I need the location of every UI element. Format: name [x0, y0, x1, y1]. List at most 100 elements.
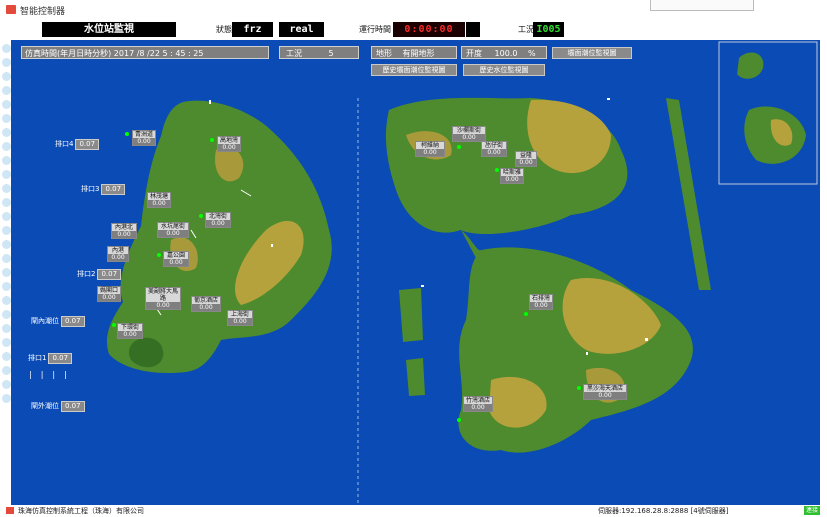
outlet-value: 0.07 — [75, 139, 100, 150]
station-yilong[interactable]: 益隆 0.00 — [515, 151, 537, 167]
outlet-value: 0.07 — [48, 353, 73, 364]
outlet-value: 0.07 — [97, 269, 122, 280]
outlet-label: 排口3 — [81, 185, 100, 193]
station-indicator — [199, 214, 203, 218]
station-hotel[interactable]: 葡京酒店 0.00 — [191, 296, 221, 312]
inner-tide-level: 閘內潮位 0.07 — [31, 316, 85, 327]
station-value: 0.00 — [482, 149, 506, 156]
station-zhuwan[interactable]: 竹灣酒店 0.00 — [463, 396, 493, 412]
station-value: 0.00 — [118, 331, 142, 338]
opening-box[interactable]: 开度 100.0 % — [461, 46, 547, 59]
station-taipa-street[interactable]: 氹仔街 0.00 — [481, 141, 507, 157]
station-heisha[interactable]: 黑沙海天酒店 0.00 — [583, 384, 627, 400]
outlet-label: 閘外潮位 — [31, 402, 59, 410]
window-titlebar: 智能控制器 — [0, 0, 827, 20]
station-shuikeng[interactable]: 水坑尾街 0.00 — [157, 222, 189, 238]
runtime-label: 運行時間 — [359, 25, 391, 34]
station-value: 0.00 — [158, 230, 188, 237]
minimap — [718, 41, 818, 185]
station-mage[interactable]: 媽閣口 0.00 — [97, 286, 121, 302]
terrain-box[interactable]: 地形 有開地形 — [371, 46, 457, 59]
opening-unit: % — [528, 49, 536, 58]
station-name: 青洲道 — [134, 131, 153, 138]
status-label: 狀態 — [216, 25, 232, 34]
header-bar: 水位站監視 狀態 frz real 運行時間 0:00:00 工況 I005 — [0, 19, 827, 40]
map-graphic — [106, 41, 818, 505]
outlet-1: 排口1 0.07 — [28, 353, 73, 364]
outlet-label: 閘內潮位 — [31, 317, 59, 325]
gate-markers: |||| — [29, 370, 76, 379]
station-shalan[interactable]: 沙欄斯街 0.00 — [452, 126, 486, 142]
station-value: 0.00 — [453, 134, 485, 141]
station-indicator — [577, 386, 581, 390]
company-logo-icon — [6, 507, 14, 514]
status-value-frz: frz — [232, 22, 273, 37]
station-name: 林茂塘 — [149, 193, 168, 200]
station-value: 0.00 — [148, 200, 170, 207]
station-neigang[interactable]: 內港 0.00 — [107, 246, 129, 262]
sim-time-label: 仿真時間(年月日時分秒) — [25, 49, 112, 58]
station-name: 媽閣口 — [99, 287, 118, 294]
station-value: 0.00 — [416, 149, 444, 156]
station-indicator — [125, 132, 129, 136]
station-hasiya[interactable]: 哈斯雅 0.00 — [500, 168, 524, 184]
station-shipai[interactable]: 石排灣 0.00 — [529, 294, 553, 310]
connection-status-badge: 連接 — [804, 506, 821, 515]
station-indicator — [210, 138, 214, 142]
station-name: 葡京酒店 — [193, 297, 218, 304]
sim-time-display: 仿真時間(年月日時分秒) 2017 /8 /22 5 : 45 : 25 — [21, 46, 269, 59]
station-name: 氹仔街 — [484, 142, 503, 149]
outlet-label: 排口4 — [55, 140, 74, 148]
station-indicator — [457, 418, 461, 422]
history-water-button[interactable]: 歷史水位監視圖 — [463, 64, 545, 76]
company-name: 珠海仿真控制系統工程（珠海）有限公司 — [18, 507, 144, 515]
outlet-label: 排口2 — [77, 270, 96, 278]
station-avenue[interactable]: 美副將大馬路 0.00 — [145, 287, 181, 310]
station-name: 竹灣酒店 — [465, 397, 490, 404]
station-value: 0.00 — [464, 404, 492, 411]
station-indicator — [524, 312, 528, 316]
history-barrier-button[interactable]: 歷史壩面潮位監視圖 — [371, 64, 457, 76]
station-park[interactable]: 嘉公園 0.00 — [163, 251, 189, 267]
runtime-display-tail — [466, 22, 480, 37]
barrier-monitor-button[interactable]: 壩面潮位監視圖 — [552, 47, 632, 59]
station-qingzhou[interactable]: 青洲道 0.00 — [132, 130, 156, 146]
station-name: 下環街 — [120, 324, 139, 331]
station-value: 0.00 — [218, 144, 240, 151]
opening-value: 100.0 — [494, 49, 518, 58]
opening-label: 开度 — [466, 49, 482, 58]
outlet-label: 排口1 — [28, 354, 47, 362]
station-beiwan[interactable]: 北灣街 0.00 — [205, 212, 231, 228]
station-name: 嘉公園 — [166, 252, 185, 259]
window-controls[interactable] — [650, 0, 754, 11]
station-neigang-north[interactable]: 內港北 0.00 — [111, 223, 137, 239]
station-value: 0.00 — [112, 231, 136, 238]
outer-tide-level: 閘外潮位 0.07 — [31, 401, 85, 412]
station-value: 0.00 — [98, 294, 120, 301]
app-icon — [6, 5, 16, 14]
station-name: 高地灣 — [219, 137, 238, 144]
outlet-value: 0.07 — [61, 316, 85, 327]
runtime-display: 0:00:00 — [393, 22, 465, 37]
station-name: 石排灣 — [531, 295, 550, 302]
station-xiahuan[interactable]: 下環街 0.00 — [117, 323, 143, 339]
station-name: 美副將大馬路 — [147, 288, 178, 302]
station-name: 哈斯雅 — [502, 169, 521, 176]
station-name: 柯維納 — [420, 142, 439, 149]
condition-value: I005 — [533, 22, 564, 37]
station-value: 0.00 — [501, 176, 523, 183]
station-shanghai[interactable]: 上海街 0.00 — [227, 310, 253, 326]
outlet-value: 0.07 — [61, 401, 85, 412]
station-gaodi[interactable]: 高地灣 0.00 — [217, 136, 241, 152]
outlet-2: 排口2 0.07 — [77, 269, 122, 280]
station-kewei[interactable]: 柯維納 0.00 — [415, 141, 445, 157]
station-value: 0.00 — [108, 254, 128, 261]
condition-label: 工況 — [518, 25, 534, 34]
outlet-3: 排口3 0.07 — [81, 184, 126, 195]
terrain-value: 有開地形 — [402, 49, 435, 58]
station-value: 0.00 — [516, 159, 536, 166]
page-title: 水位站監視 — [42, 22, 176, 37]
terrain-label: 地形 — [376, 49, 392, 58]
work-value: 5 — [328, 49, 334, 58]
station-linmao[interactable]: 林茂塘 0.00 — [147, 192, 171, 208]
